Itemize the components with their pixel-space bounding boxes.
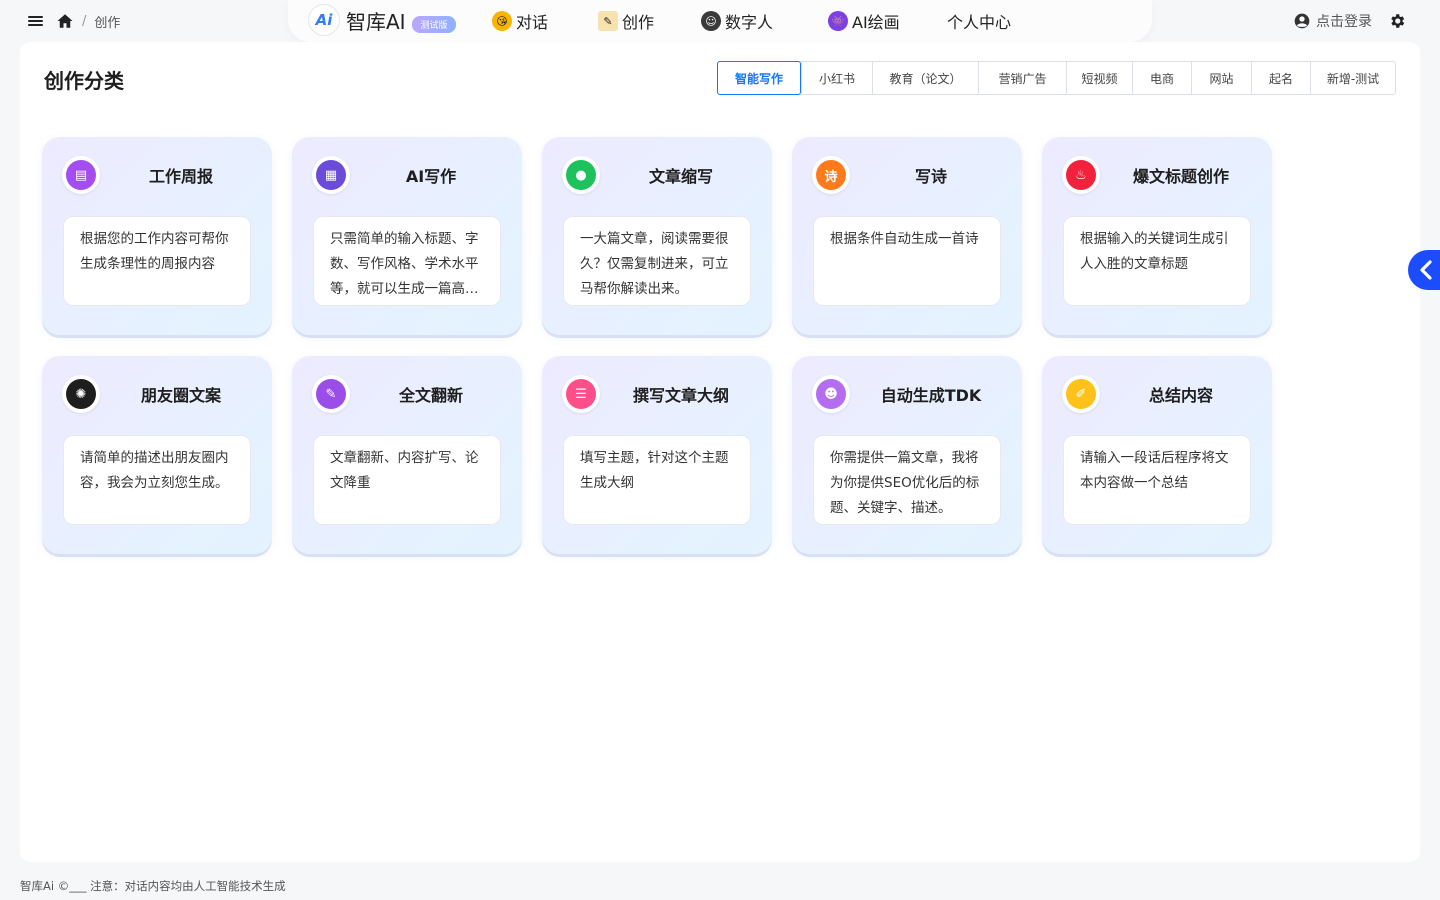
card-description: 根据输入的关键词生成引人入胜的文章标题 — [1063, 216, 1251, 306]
creation-card[interactable]: ♨ 爆文标题创作根据输入的关键词生成引人入胜的文章标题 — [1042, 137, 1272, 335]
brand-name: 智库AI — [346, 9, 406, 34]
login-label: 点击登录 — [1316, 14, 1372, 30]
nav-ai-painting-label: AI绘画 — [852, 13, 900, 32]
breadcrumb: / 创作 — [28, 10, 120, 32]
creation-card[interactable]: ✐ 总结内容请输入一段话后程序将文本内容做一个总结 — [1042, 356, 1272, 554]
aperture-icon: ✺ — [62, 375, 100, 413]
card-title: 朋友圈文案 — [140, 386, 221, 405]
header-actions: 点击登录 — [1294, 11, 1406, 31]
chat-bubble-icon: ● — [562, 156, 600, 194]
creation-card[interactable]: ✺ 朋友圈文案请简单的描述出朋友圈内容，我会为立刻您生成。 — [42, 356, 272, 554]
edit-note-icon: ✎ — [312, 375, 350, 413]
card-description: 请输入一段话后程序将文本内容做一个总结 — [1063, 435, 1251, 525]
tab-education[interactable]: 教育（论文） — [872, 62, 978, 94]
tab-smart-writing[interactable]: 智能写作 — [717, 61, 801, 95]
nav-user-center[interactable]: 个人中心 — [947, 9, 1011, 33]
breadcrumb-separator: / — [82, 13, 87, 29]
nav-user-center-label: 个人中心 — [947, 13, 1012, 32]
card-title: 总结内容 — [1148, 386, 1213, 405]
main-nav: Ai 智库AI 测试版 😘 对话 ✎ 创作 ☺ 数字人 👾 AI绘画 个人中心 — [288, 0, 1152, 42]
card-description: 根据您的工作内容可帮你生成条理性的周报内容 — [63, 216, 251, 306]
creation-card[interactable]: ☰ 撰写文章大纲填写主题，针对这个主题生成大纲 — [542, 356, 772, 554]
nav-digital-human-label: 数字人 — [725, 13, 774, 32]
avatar-face-icon: ☺ — [701, 11, 721, 31]
ai-document-icon: ▦ — [312, 156, 350, 194]
creation-card[interactable]: ▦ AI写作只需简单的输入标题、字数、写作风格、学术水平等，就可以生成一篇高质量的… — [292, 137, 522, 335]
creation-card[interactable]: 诗 写诗根据条件自动生成一首诗 — [792, 137, 1022, 335]
brand-logo: Ai — [308, 4, 340, 36]
card-description: 你需提供一篇文章，我将为你提供SEO优化后的标题、关键字、描述。 — [813, 435, 1001, 525]
user-circle-icon — [1294, 13, 1310, 29]
outline-list-icon: ☰ — [562, 375, 600, 413]
breadcrumb-current: 创作 — [94, 15, 121, 31]
card-description: 填写主题，针对这个主题生成大纲 — [563, 435, 751, 525]
nav-chat-label: 对话 — [516, 13, 549, 32]
nav-digital-human[interactable]: ☺ 数字人 — [701, 9, 773, 33]
home-icon[interactable] — [56, 12, 74, 30]
card-title: 写诗 — [914, 167, 947, 186]
card-description: 只需简单的输入标题、字数、写作风格、学术水平等，就可以生成一篇高质量的文章 — [313, 216, 501, 306]
document-report-icon: ▤ — [62, 156, 100, 194]
login-button[interactable]: 点击登录 — [1294, 11, 1372, 31]
menu-icon[interactable] — [28, 14, 44, 28]
top-bar: / 创作 Ai 智库AI 测试版 😘 对话 ✎ 创作 ☺ 数字人 👾 AI绘画 … — [0, 0, 1440, 42]
beta-badge: 测试版 — [412, 16, 456, 33]
card-description: 文章翻新、内容扩写、论文降重 — [313, 435, 501, 525]
tab-ecommerce[interactable]: 电商 — [1132, 62, 1191, 94]
poem-icon: 诗 — [812, 156, 850, 194]
nav-ai-painting[interactable]: 👾 AI绘画 — [828, 9, 900, 33]
creation-card[interactable]: ✎ 全文翻新文章翻新、内容扩写、论文降重 — [292, 356, 522, 554]
card-description: 一大篇文章，阅读需要很久？仅需复制进来，可立马帮你解读出来。 — [563, 216, 751, 306]
creation-card[interactable]: ● 文章缩写一大篇文章，阅读需要很久？仅需复制进来，可立马帮你解读出来。 — [542, 137, 772, 335]
memo-pencil-icon: ✎ — [598, 11, 618, 31]
nav-create-label: 创作 — [622, 13, 655, 32]
tab-xiaohongshu[interactable]: 小红书 — [801, 62, 872, 94]
card-title: 文章缩写 — [648, 167, 713, 186]
card-title: 爆文标题创作 — [1132, 167, 1229, 186]
robot-icon: ☻ — [812, 375, 850, 413]
gear-icon[interactable] — [1388, 12, 1406, 30]
tab-website[interactable]: 网站 — [1191, 62, 1251, 94]
chevron-left-icon — [1420, 260, 1432, 280]
category-tabs: 智能写作 小红书 教育（论文） 营销广告 短视频 电商 网站 起名 新增-测试 — [717, 61, 1396, 95]
nav-chat[interactable]: 😘 对话 — [492, 9, 548, 33]
alien-monster-icon: 👾 — [828, 11, 848, 31]
card-description: 请简单的描述出朋友圈内容，我会为立刻您生成。 — [63, 435, 251, 525]
creation-card[interactable]: ☻ 自动生成TDK 你需提供一篇文章，我将为你提供SEO优化后的标题、关键字、描述。 — [792, 356, 1022, 554]
tab-marketing[interactable]: 营销广告 — [978, 62, 1066, 94]
card-description: 根据条件自动生成一首诗 — [813, 216, 1001, 306]
flame-icon: ♨ — [1062, 156, 1100, 194]
side-panel-toggle[interactable] — [1408, 250, 1440, 290]
tab-short-video[interactable]: 短视频 — [1066, 62, 1132, 94]
smile-emoji-icon: 😘 — [492, 11, 512, 31]
card-title: AI写作 — [405, 167, 457, 186]
card-title: 撰写文章大纲 — [632, 386, 729, 405]
tab-new-test[interactable]: 新增-测试 — [1310, 62, 1395, 94]
creation-card[interactable]: ▤ 工作周报根据您的工作内容可帮你生成条理性的周报内容 — [42, 137, 272, 335]
page-title: 创作分类 — [44, 69, 124, 93]
brand[interactable]: Ai 智库AI — [308, 4, 406, 36]
nav-create[interactable]: ✎ 创作 — [598, 9, 654, 33]
card-title: 全文翻新 — [398, 386, 463, 405]
card-title: 自动生成TDK — [880, 386, 982, 405]
tab-naming[interactable]: 起名 — [1251, 62, 1310, 94]
summary-note-icon: ✐ — [1062, 375, 1100, 413]
card-title: 工作周报 — [148, 167, 213, 186]
footer-note: 智库Ai ©___ 注意：对话内容均由人工智能技术生成 — [20, 879, 286, 893]
